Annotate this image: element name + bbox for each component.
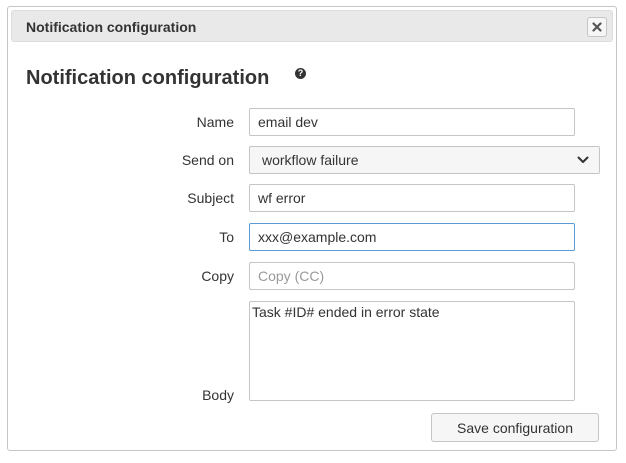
body-label: Body: [202, 387, 234, 403]
send-on-label: Send on: [181, 152, 234, 168]
name-input[interactable]: [249, 108, 575, 136]
dialog-titlebar[interactable]: Notification configuration: [11, 10, 613, 42]
subject-label: Subject: [187, 190, 234, 206]
send-on-selected-value: workflow failure: [262, 152, 359, 168]
chevron-down-icon: [577, 156, 589, 163]
to-input[interactable]: [249, 223, 575, 251]
subject-input[interactable]: [249, 184, 575, 212]
body-textarea[interactable]: Task #ID# ended in error state: [249, 301, 575, 401]
to-label: To: [219, 229, 234, 245]
form-heading: Notification configuration: [26, 67, 270, 89]
close-icon: [592, 22, 602, 32]
send-on-select[interactable]: workflow failure: [249, 146, 600, 174]
name-label: Name: [196, 114, 234, 130]
save-configuration-button[interactable]: Save configuration: [431, 413, 599, 442]
dialog-title: Notification configuration: [26, 19, 197, 35]
copy-label: Copy: [201, 268, 234, 284]
help-icon[interactable]: ?: [295, 68, 306, 79]
copy-cc-input[interactable]: [249, 262, 575, 290]
close-button[interactable]: [587, 17, 607, 37]
notification-dialog: Notification configuration Notification …: [7, 6, 617, 451]
